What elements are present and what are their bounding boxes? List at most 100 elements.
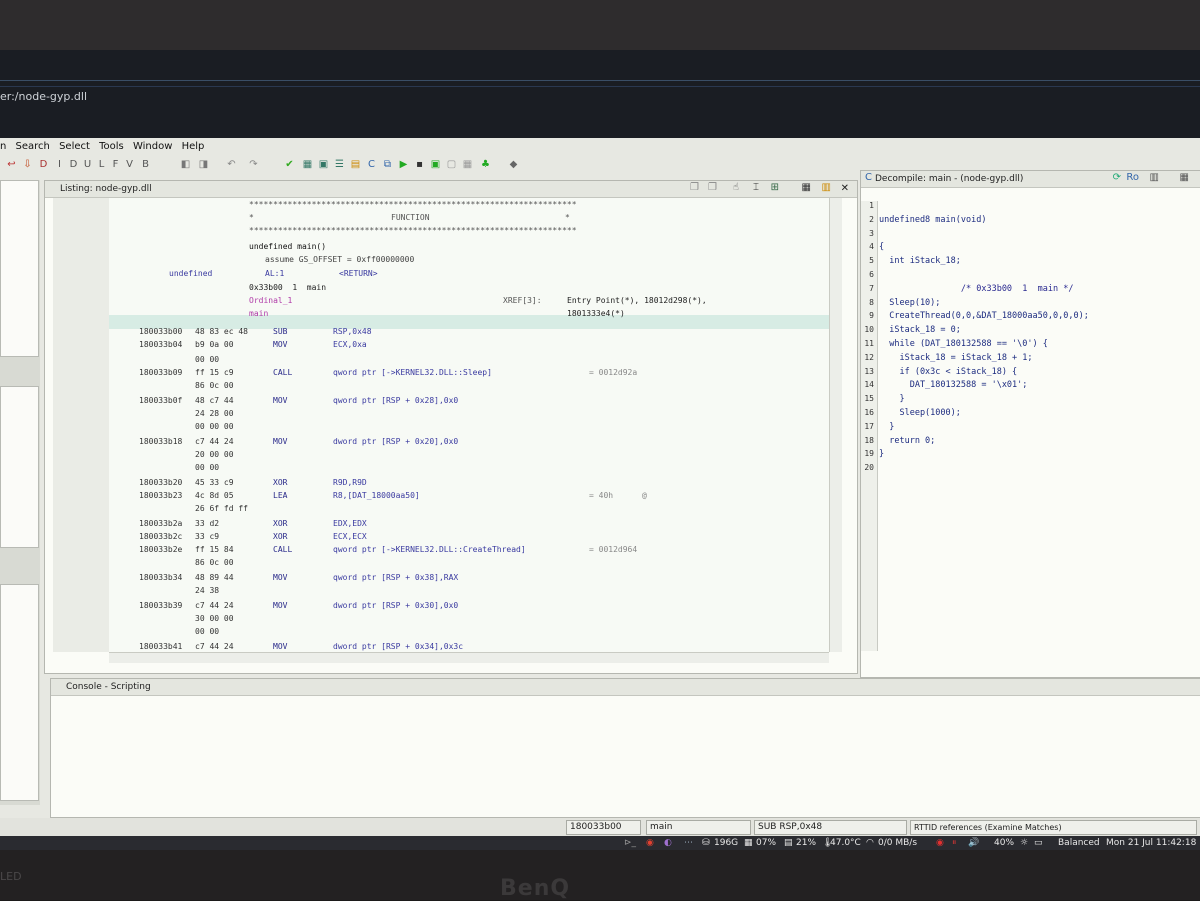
instruction-operands[interactable]: RSP,0x48: [333, 327, 372, 336]
paste-icon[interactable]: ❐: [690, 182, 699, 193]
grid-icon[interactable]: ▦: [462, 159, 473, 171]
instruction-mnemonic[interactable]: MOV: [273, 396, 287, 405]
terminal-icon[interactable]: ⊳_: [624, 838, 636, 848]
nav-icon[interactable]: ◧: [180, 159, 191, 171]
cy-icon[interactable]: C: [366, 159, 377, 171]
d-icon[interactable]: D: [38, 159, 49, 171]
snapshot-icon[interactable]: ▥: [1150, 172, 1159, 183]
instruction-mnemonic[interactable]: MOV: [273, 642, 287, 651]
decompile-line[interactable]: Sleep(1000);: [879, 408, 960, 418]
menu-item-select[interactable]: Select: [59, 141, 90, 152]
table-icon[interactable]: ▦: [302, 159, 313, 171]
terminal-icon[interactable]: ▪: [414, 159, 425, 171]
instruction-operands[interactable]: ECX,0xa: [333, 340, 367, 349]
v-icon[interactable]: V: [124, 159, 135, 171]
graph-icon[interactable]: ⧉: [382, 159, 393, 171]
label-main[interactable]: main: [249, 309, 268, 318]
image-icon[interactable]: ▣: [318, 159, 329, 171]
label-ordinal[interactable]: Ordinal_1: [249, 296, 292, 305]
instruction-operands[interactable]: EDX,EDX: [333, 519, 367, 528]
listing-code[interactable]: ****************************************…: [109, 198, 829, 652]
instruction-mnemonic[interactable]: MOV: [273, 601, 287, 610]
program-trees-panel[interactable]: [0, 180, 39, 357]
instruction-operands[interactable]: dword ptr [RSP + 0x34],0x3c: [333, 642, 463, 651]
decompile-line[interactable]: DAT_180132588 = '\x01';: [879, 380, 1028, 390]
decompile-line[interactable]: int iStack_18;: [879, 256, 961, 266]
xref-targets-2[interactable]: 1801333e4(*): [567, 309, 625, 318]
brightness-icon[interactable]: ☼: [1020, 838, 1028, 848]
forward-icon[interactable]: ↷: [248, 159, 259, 171]
back-icon[interactable]: ↶: [226, 159, 237, 171]
close-icon[interactable]: ✕: [841, 183, 849, 194]
app-icon[interactable]: ◐: [664, 838, 672, 848]
decompile-line[interactable]: iStack_18 = 0;: [879, 325, 961, 335]
refresh-icon[interactable]: ⟳: [1113, 172, 1121, 183]
decompile-line[interactable]: undefined8 main(void): [879, 215, 986, 225]
decompile-line[interactable]: {: [879, 242, 884, 252]
layout-icon[interactable]: ⊞: [771, 182, 779, 193]
instruction-address[interactable]: 180033b09: [139, 368, 182, 377]
instruction-mnemonic[interactable]: SUB: [273, 327, 287, 336]
decompile-code[interactable]: undefined8 main(void) { int iStack_18; /*…: [879, 201, 1199, 651]
instruction-address[interactable]: 180033b34: [139, 573, 182, 582]
media-icon[interactable]: ⏸: [952, 838, 957, 848]
b-icon[interactable]: B: [140, 159, 151, 171]
u-icon[interactable]: U: [82, 159, 93, 171]
decompile-line[interactable]: return 0;: [879, 436, 935, 446]
tree-icon[interactable]: ♣: [480, 159, 491, 171]
instruction-mnemonic[interactable]: MOV: [273, 340, 287, 349]
instruction-mnemonic[interactable]: CALL: [273, 545, 292, 554]
blank-icon[interactable]: ▢: [446, 159, 457, 171]
power-profile[interactable]: Balanced: [1058, 838, 1100, 848]
decompile-line[interactable]: Sleep(10);: [879, 298, 940, 308]
instruction-mnemonic[interactable]: XOR: [273, 478, 287, 487]
decompile-line[interactable]: /* 0x33b00 1 main */: [879, 284, 1074, 294]
print-icon[interactable]: ▦: [802, 182, 811, 193]
volume-icon[interactable]: 🔊: [968, 838, 979, 848]
l-icon[interactable]: L: [96, 159, 107, 171]
instruction-address[interactable]: 180033b04: [139, 340, 182, 349]
decompile-line[interactable]: if (0x3c < iStack_18) {: [879, 367, 1017, 377]
debian-icon[interactable]: ◉: [646, 838, 654, 848]
menu-item-navigation[interactable]: n: [0, 141, 6, 152]
instruction-mnemonic[interactable]: XOR: [273, 519, 287, 528]
copy-icon[interactable]: ❐: [708, 182, 717, 193]
instruction-operands[interactable]: qword ptr [RSP + 0x38],RAX: [333, 573, 458, 582]
decompile-line[interactable]: }: [879, 422, 894, 432]
instruction-operands[interactable]: qword ptr [->KERNEL32.DLL::Sleep]: [333, 368, 492, 377]
instruction-operands[interactable]: qword ptr [->KERNEL32.DLL::CreateThread]: [333, 545, 526, 554]
instruction-address[interactable]: 180033b20: [139, 478, 182, 487]
run-icon[interactable]: ▣: [430, 159, 441, 171]
down-arrow-icon[interactable]: ⇩: [22, 159, 33, 171]
decompile-line[interactable]: iStack_18 = iStack_18 + 1;: [879, 353, 1032, 363]
snapshot-icon[interactable]: ▥: [822, 182, 831, 193]
folder-icon[interactable]: ▤: [350, 159, 361, 171]
clock[interactable]: Mon 21 Jul 11:42:18: [1106, 838, 1196, 848]
instruction-address[interactable]: 180033b2c: [139, 532, 182, 541]
edit-fields-icon[interactable]: ⌶: [753, 182, 759, 193]
play-icon[interactable]: ▶: [398, 159, 409, 171]
decompile-line[interactable]: }: [879, 449, 884, 459]
cursor-icon[interactable]: ☝: [733, 182, 739, 193]
listing-horizontal-scrollbar[interactable]: [109, 652, 829, 663]
console-panel[interactable]: Console - Scripting: [50, 678, 1200, 818]
instruction-operands[interactable]: qword ptr [RSP + 0x28],0x0: [333, 396, 458, 405]
symbol-tree-panel[interactable]: [0, 386, 39, 548]
listing-vertical-scrollbar[interactable]: [829, 198, 842, 652]
instruction-mnemonic[interactable]: XOR: [273, 532, 287, 541]
instruction-address[interactable]: 180033b00: [139, 327, 182, 336]
record-icon[interactable]: ◉: [936, 838, 944, 848]
instruction-operands[interactable]: ECX,ECX: [333, 532, 367, 541]
check-icon[interactable]: ✔: [284, 159, 295, 171]
chat-icon[interactable]: ◆: [508, 159, 519, 171]
decompile-line[interactable]: CreateThread(0,0,&DAT_18000aa50,0,0,0);: [879, 311, 1089, 321]
instruction-address[interactable]: 180033b18: [139, 437, 182, 446]
menu-item-window[interactable]: Window: [133, 141, 172, 152]
menu-item-search[interactable]: Search: [16, 141, 50, 152]
instruction-address[interactable]: 180033b2e: [139, 545, 182, 554]
instruction-address[interactable]: 180033b41: [139, 642, 182, 651]
i-icon[interactable]: I: [54, 159, 65, 171]
list-icon[interactable]: ☰: [334, 159, 345, 171]
undo-icon[interactable]: ↩: [6, 159, 17, 171]
f-icon[interactable]: F: [110, 159, 121, 171]
